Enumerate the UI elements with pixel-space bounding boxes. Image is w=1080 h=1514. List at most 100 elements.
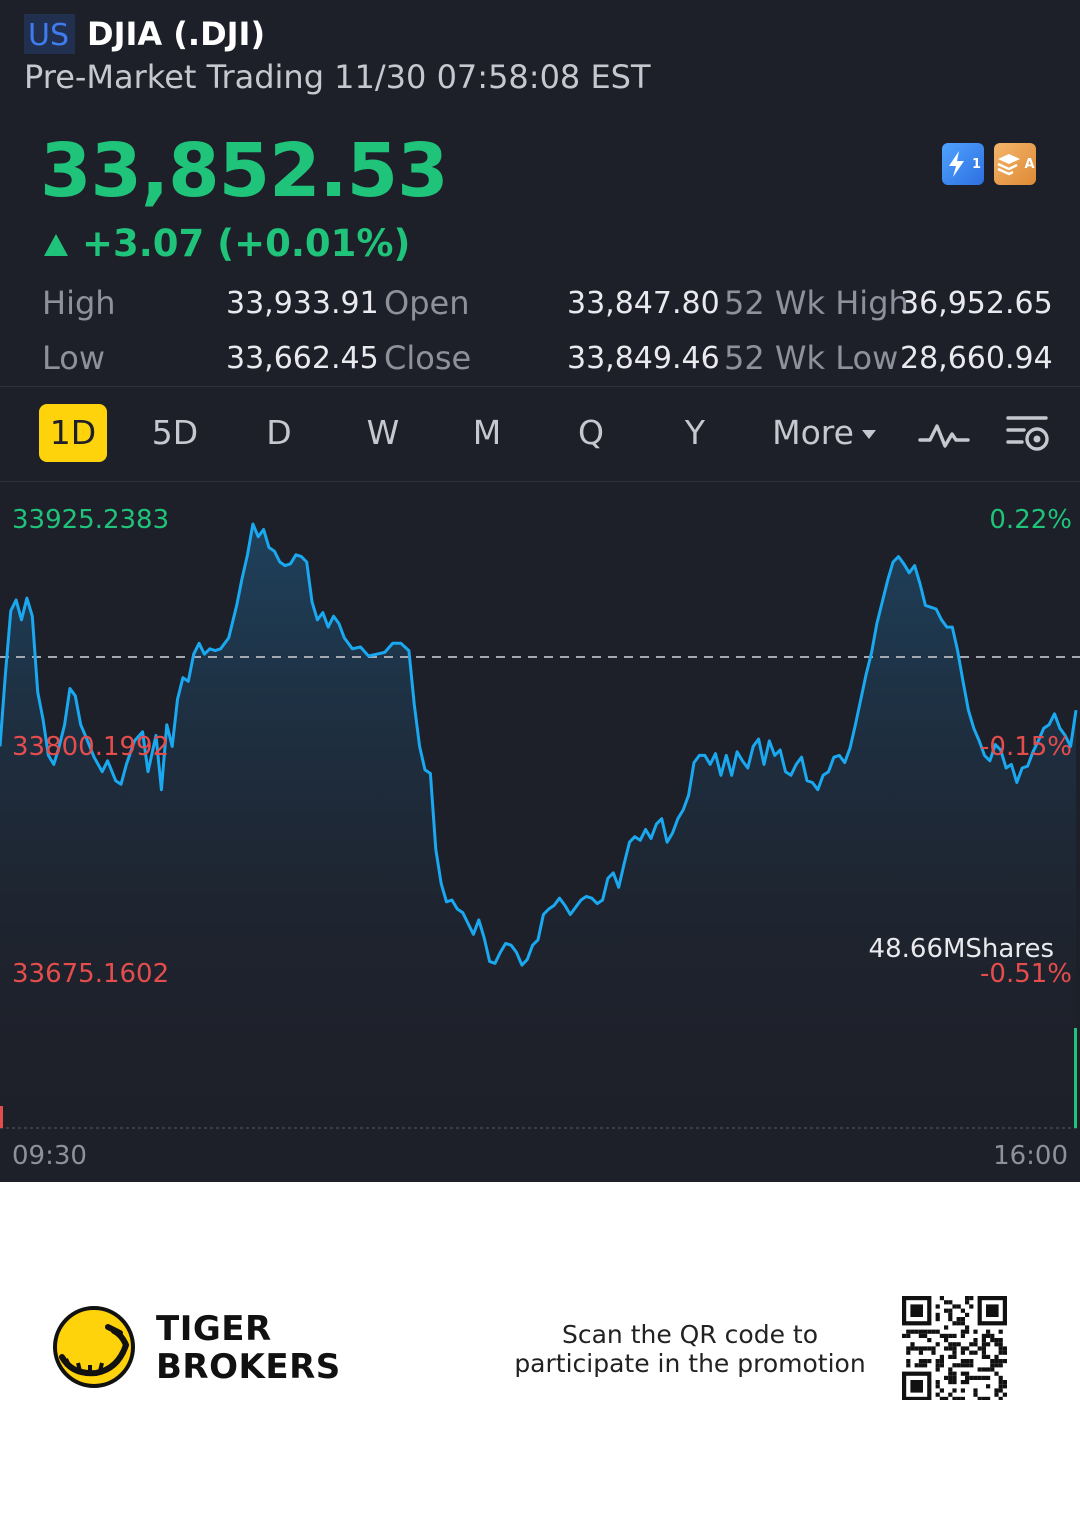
tab-daily[interactable]: D <box>245 404 313 462</box>
qr-module <box>948 1333 953 1338</box>
qr-module <box>948 1375 953 1380</box>
qr-module <box>944 1375 949 1380</box>
qr-module <box>960 1333 965 1338</box>
qr-module <box>990 1338 995 1343</box>
qr-module <box>960 1308 965 1313</box>
qr-module <box>906 1359 911 1364</box>
qr-module <box>998 1363 1003 1368</box>
wk52-low-value: 28,660.94 <box>900 341 1053 376</box>
qr-module <box>960 1317 965 1322</box>
qr-module <box>918 1329 923 1334</box>
qr-module <box>990 1333 995 1338</box>
qr-module <box>906 1329 911 1334</box>
tab-1d[interactable]: 1D <box>39 404 107 462</box>
qr-module <box>918 1350 923 1355</box>
qr-module <box>994 1354 999 1359</box>
qr-module <box>986 1367 991 1372</box>
qr-module <box>969 1342 974 1347</box>
caret-down-icon <box>861 430 876 439</box>
qr-module <box>998 1380 1003 1385</box>
qr-module <box>994 1342 999 1347</box>
qr-code-icon[interactable] <box>902 1296 1008 1400</box>
qr-module <box>918 1333 923 1338</box>
qr-module <box>965 1363 970 1368</box>
qr-module <box>935 1392 940 1397</box>
up-arrow-icon <box>44 233 68 256</box>
qr-module <box>1002 1346 1007 1351</box>
qr-module <box>994 1359 999 1364</box>
indicator-wave-icon[interactable] <box>918 416 970 452</box>
intraday-chart[interactable]: 33925.2383 33800.1992 33675.1602 0.22% -… <box>0 482 1080 1182</box>
tab-monthly[interactable]: M <box>453 404 521 462</box>
qr-module <box>902 1333 907 1338</box>
close-label: Close <box>384 339 472 377</box>
qr-module <box>948 1346 953 1351</box>
qr-module <box>906 1346 911 1351</box>
qr-module <box>935 1312 940 1317</box>
low-value: 33,662.45 <box>226 341 379 376</box>
qr-module <box>960 1380 965 1385</box>
qr-module <box>994 1392 999 1397</box>
chart-settings-icon[interactable] <box>1004 412 1054 456</box>
qr-module <box>944 1333 949 1338</box>
session-status: Pre-Market Trading 11/30 07:58:08 EST <box>24 58 651 96</box>
qr-module <box>960 1329 965 1334</box>
qr-module <box>939 1388 944 1393</box>
qr-module <box>939 1296 944 1301</box>
stack-a-icon[interactable]: A <box>994 143 1036 185</box>
qr-module <box>965 1312 970 1317</box>
qr-module <box>923 1359 928 1364</box>
lightning-level1-icon[interactable]: 1 <box>942 143 984 185</box>
qr-module <box>981 1342 986 1347</box>
qr-module <box>973 1388 978 1393</box>
qr-module <box>944 1300 949 1305</box>
qr-module <box>910 1380 923 1393</box>
qr-module <box>948 1392 953 1397</box>
qr-module <box>960 1346 965 1351</box>
qr-module <box>952 1304 957 1309</box>
qr-module <box>918 1359 923 1364</box>
qr-module <box>965 1346 970 1351</box>
qr-module <box>956 1363 961 1368</box>
tab-yearly[interactable]: Y <box>661 404 729 462</box>
qr-module <box>1002 1392 1007 1397</box>
qr-module <box>923 1363 928 1368</box>
qr-module <box>998 1396 1003 1400</box>
qr-module <box>952 1342 957 1347</box>
qr-module <box>939 1359 944 1364</box>
symbol-title[interactable]: DJIA (.DJI) <box>87 15 265 53</box>
last-price: 33,852.53 <box>40 128 449 214</box>
qr-module <box>965 1375 970 1380</box>
qr-module <box>981 1338 986 1343</box>
qr-module <box>952 1354 957 1359</box>
qr-module <box>986 1333 991 1338</box>
qr-module <box>977 1375 982 1380</box>
qr-module <box>973 1392 978 1397</box>
qr-module <box>998 1338 1003 1343</box>
qr-module <box>981 1367 986 1372</box>
tab-weekly[interactable]: W <box>349 404 417 462</box>
qr-module <box>952 1350 957 1355</box>
qr-module <box>956 1321 961 1326</box>
tab-more[interactable]: More <box>764 404 884 462</box>
promo-line1: Scan the QR code to <box>561 1320 819 1349</box>
qr-module <box>965 1371 970 1376</box>
qr-module <box>944 1325 949 1330</box>
tab-5d[interactable]: 5D <box>141 404 209 462</box>
qr-module <box>910 1329 915 1334</box>
qr-module <box>960 1359 965 1364</box>
qr-module <box>944 1308 949 1313</box>
qr-module <box>948 1342 953 1347</box>
price-change-value: +3.07 (+0.01%) <box>82 222 411 265</box>
tab-quarterly[interactable]: Q <box>557 404 625 462</box>
qr-module <box>981 1396 986 1400</box>
qr-module <box>1002 1380 1007 1385</box>
open-label: Open <box>384 284 470 322</box>
qr-module <box>914 1346 919 1351</box>
qr-module <box>948 1308 953 1313</box>
wk52-high-label: 52 Wk High <box>724 284 909 322</box>
qr-module <box>906 1363 911 1368</box>
qr-module <box>960 1350 965 1355</box>
high-label: High <box>42 284 116 322</box>
pct-label-top: 0.22% <box>989 505 1072 535</box>
